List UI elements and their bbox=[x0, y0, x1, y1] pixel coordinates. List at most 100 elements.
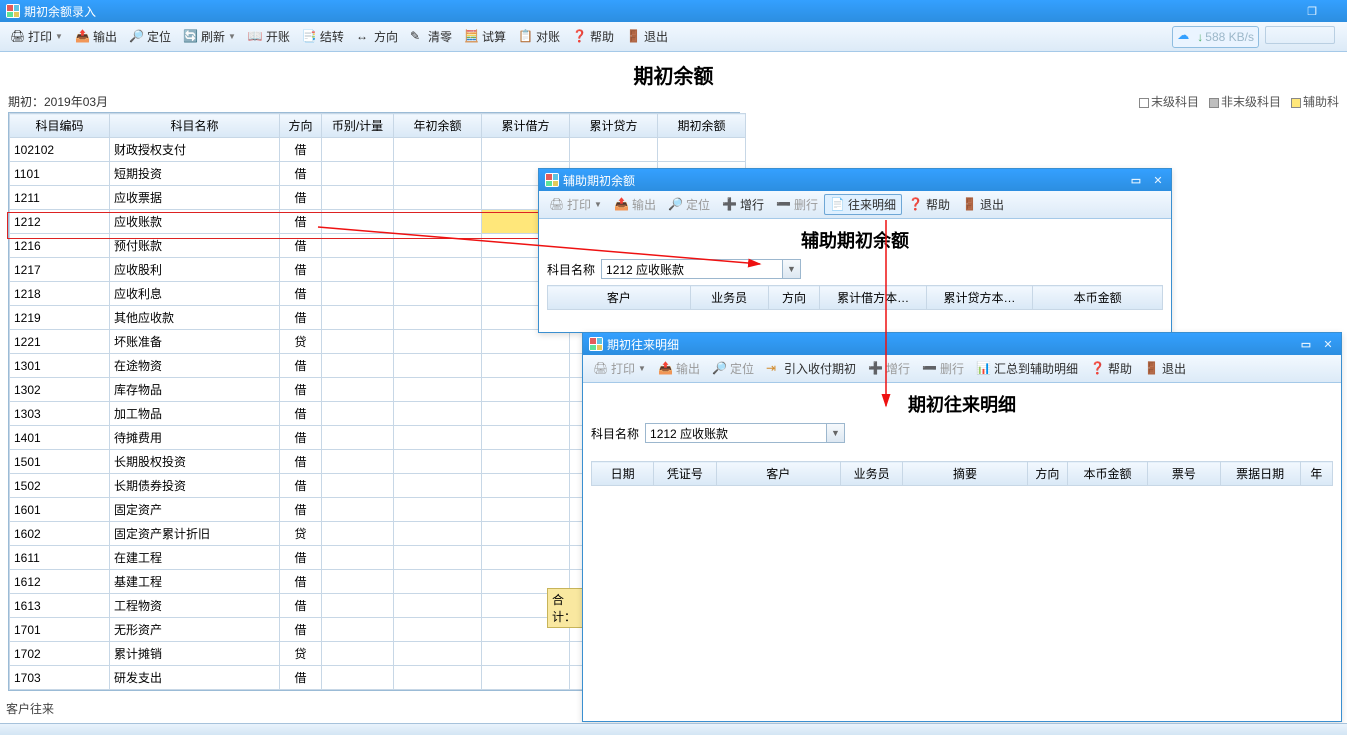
cell-yearopen[interactable] bbox=[394, 426, 482, 450]
dlg1-col-dir[interactable]: 方向 bbox=[768, 286, 820, 310]
cell-currency[interactable] bbox=[322, 162, 394, 186]
locate-button[interactable]: 🔎 定位 bbox=[123, 26, 177, 47]
cell-code[interactable]: 1613 bbox=[10, 594, 110, 618]
cell-yearopen[interactable] bbox=[394, 258, 482, 282]
cell-dir[interactable]: 贷 bbox=[280, 330, 322, 354]
cell-name[interactable]: 坏账准备 bbox=[110, 330, 280, 354]
cell-code[interactable]: 1217 bbox=[10, 258, 110, 282]
col-code[interactable]: 科目编码 bbox=[10, 114, 110, 138]
cell-yearopen[interactable] bbox=[394, 330, 482, 354]
dlg2-locate[interactable]: 🔎定位 bbox=[706, 358, 760, 379]
dlg2-import[interactable]: ⇥引入收付期初 bbox=[760, 358, 862, 379]
dlg1-col-amount[interactable]: 本币金额 bbox=[1033, 286, 1163, 310]
dlg2-addrow[interactable]: ➕增行 bbox=[862, 358, 916, 379]
cell-yearopen[interactable] bbox=[394, 234, 482, 258]
cell-yearopen[interactable] bbox=[394, 282, 482, 306]
cell-currency[interactable] bbox=[322, 210, 394, 234]
cell-name[interactable]: 应收股利 bbox=[110, 258, 280, 282]
cell-yearopen[interactable] bbox=[394, 570, 482, 594]
cell-code[interactable]: 1602 bbox=[10, 522, 110, 546]
cell-openbal[interactable] bbox=[658, 138, 746, 162]
cell-currency[interactable] bbox=[322, 618, 394, 642]
cell-name[interactable]: 研发支出 bbox=[110, 666, 280, 690]
dlg2-col-year[interactable]: 年 bbox=[1300, 462, 1332, 486]
cell-code[interactable]: 1101 bbox=[10, 162, 110, 186]
refresh-button[interactable]: 🔄 刷新▼ bbox=[177, 26, 242, 47]
cell-name[interactable]: 固定资产 bbox=[110, 498, 280, 522]
cell-name[interactable]: 短期投资 bbox=[110, 162, 280, 186]
cell-cumdebit[interactable] bbox=[482, 402, 570, 426]
cell-name[interactable]: 预付账款 bbox=[110, 234, 280, 258]
minimize-icon[interactable]: ▭ bbox=[1299, 337, 1313, 351]
dlg2-help[interactable]: ❓帮助 bbox=[1084, 358, 1138, 379]
cell-code[interactable]: 1219 bbox=[10, 306, 110, 330]
cell-dir[interactable]: 借 bbox=[280, 354, 322, 378]
cell-dir[interactable]: 借 bbox=[280, 186, 322, 210]
cell-name[interactable]: 工程物资 bbox=[110, 594, 280, 618]
col-openbal[interactable]: 期初余额 bbox=[658, 114, 746, 138]
cell-dir[interactable]: 借 bbox=[280, 306, 322, 330]
cell-dir[interactable]: 借 bbox=[280, 666, 322, 690]
dlg2-summarize[interactable]: 📊汇总到辅助明细 bbox=[970, 358, 1084, 379]
dlg1-detail[interactable]: 📄往来明细 bbox=[824, 194, 902, 215]
cell-code[interactable]: 1218 bbox=[10, 282, 110, 306]
cell-cumdebit[interactable] bbox=[482, 426, 570, 450]
cell-cumdebit[interactable] bbox=[482, 546, 570, 570]
dlg2-subject-input[interactable] bbox=[646, 424, 826, 442]
cell-currency[interactable] bbox=[322, 642, 394, 666]
cell-dir[interactable]: 借 bbox=[280, 498, 322, 522]
cell-code[interactable]: 102102 bbox=[10, 138, 110, 162]
cell-currency[interactable] bbox=[322, 426, 394, 450]
cell-cumdebit[interactable] bbox=[482, 642, 570, 666]
cell-name[interactable]: 应收账款 bbox=[110, 210, 280, 234]
cell-currency[interactable] bbox=[322, 306, 394, 330]
dlg1-export[interactable]: 📤输出 bbox=[608, 194, 662, 215]
cell-name[interactable]: 无形资产 bbox=[110, 618, 280, 642]
cell-name[interactable]: 财政授权支付 bbox=[110, 138, 280, 162]
cell-currency[interactable] bbox=[322, 186, 394, 210]
chevron-down-icon[interactable]: ▼ bbox=[782, 260, 800, 278]
cell-currency[interactable] bbox=[322, 234, 394, 258]
dlg1-subject-input[interactable] bbox=[602, 260, 782, 278]
dlg1-help[interactable]: ❓帮助 bbox=[902, 194, 956, 215]
restore-icon[interactable]: ❐ bbox=[1305, 4, 1319, 18]
dlg1-col-cumdebit[interactable]: 累计借方本… bbox=[820, 286, 926, 310]
cell-yearopen[interactable] bbox=[394, 354, 482, 378]
cell-yearopen[interactable] bbox=[394, 642, 482, 666]
cell-name[interactable]: 应收利息 bbox=[110, 282, 280, 306]
cell-currency[interactable] bbox=[322, 498, 394, 522]
cell-cumdebit[interactable] bbox=[482, 474, 570, 498]
dlg2-delrow[interactable]: ➖删行 bbox=[916, 358, 970, 379]
help-button[interactable]: ❓ 帮助 bbox=[566, 26, 620, 47]
print-button[interactable]: 🖨 打印▼ bbox=[4, 26, 69, 47]
cell-yearopen[interactable] bbox=[394, 594, 482, 618]
cell-code[interactable]: 1701 bbox=[10, 618, 110, 642]
cell-cumdebit[interactable] bbox=[482, 450, 570, 474]
cell-name[interactable]: 长期债券投资 bbox=[110, 474, 280, 498]
cell-yearopen[interactable] bbox=[394, 666, 482, 690]
openaccount-button[interactable]: 📖 开账 bbox=[242, 26, 296, 47]
cell-currency[interactable] bbox=[322, 402, 394, 426]
cell-code[interactable]: 1303 bbox=[10, 402, 110, 426]
dlg1-subject-combo[interactable]: ▼ bbox=[601, 259, 801, 279]
col-name[interactable]: 科目名称 bbox=[110, 114, 280, 138]
dlg2-col-date[interactable]: 日期 bbox=[592, 462, 654, 486]
dlg2-col-amount[interactable]: 本币金额 bbox=[1067, 462, 1147, 486]
cell-dir[interactable]: 借 bbox=[280, 570, 322, 594]
dlg2-col-billno[interactable]: 票号 bbox=[1148, 462, 1220, 486]
cell-dir[interactable]: 借 bbox=[280, 594, 322, 618]
dlg2-table[interactable]: 日期 凭证号 客户 业务员 摘要 方向 本币金额 票号 票据日期 年 bbox=[591, 461, 1333, 486]
cell-dir[interactable]: 借 bbox=[280, 282, 322, 306]
col-dir[interactable]: 方向 bbox=[280, 114, 322, 138]
cell-code[interactable]: 1502 bbox=[10, 474, 110, 498]
cell-dir[interactable]: 借 bbox=[280, 378, 322, 402]
dlg2-print[interactable]: 🖨打印▼ bbox=[587, 358, 652, 379]
cell-currency[interactable] bbox=[322, 378, 394, 402]
cell-code[interactable]: 1216 bbox=[10, 234, 110, 258]
cell-name[interactable]: 应收票据 bbox=[110, 186, 280, 210]
cell-code[interactable]: 1401 bbox=[10, 426, 110, 450]
cell-cumcredit[interactable] bbox=[570, 138, 658, 162]
dlg1-col-customer[interactable]: 客户 bbox=[548, 286, 691, 310]
dlg1-table[interactable]: 客户 业务员 方向 累计借方本… 累计贷方本… 本币金额 bbox=[547, 285, 1163, 310]
cell-dir[interactable]: 借 bbox=[280, 258, 322, 282]
